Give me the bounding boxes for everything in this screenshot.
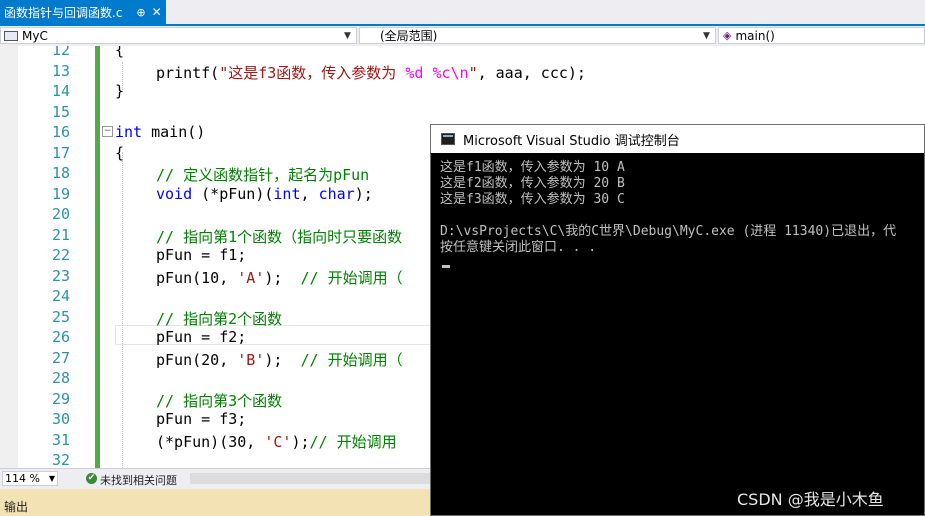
console-title-bar[interactable]: Microsoft Visual Studio 调试控制台	[431, 125, 924, 153]
chevron-down-icon: ▼	[48, 474, 55, 483]
code-line: // 指向第1个函数（指向时只要函数	[156, 228, 403, 246]
code-line: int main()	[115, 123, 206, 141]
method-icon: ◈	[723, 29, 732, 42]
member-label: main()	[735, 28, 775, 43]
code-line: pFun = f3;	[156, 410, 247, 428]
issues-status[interactable]: 未找到相关问题	[100, 472, 177, 488]
line-number: 26	[51, 328, 70, 346]
line-number: 23	[51, 267, 70, 285]
line-number: 24	[51, 287, 70, 305]
code-line: printf("这是f3函数，传入参数为 %d %c\n", aaa, ccc)…	[156, 64, 586, 82]
zoom-level: 114 %	[5, 472, 40, 485]
zoom-dropdown[interactable]: 114 % ▼	[2, 471, 58, 486]
code-line: pFun = f1;	[156, 246, 247, 264]
scope-dropdown[interactable]: (全局范围) ▼	[359, 27, 716, 44]
watermark: CSDN @我是小木鱼	[737, 490, 884, 509]
console-output-line: 这是f3函数，传入参数为 30 C	[440, 192, 625, 207]
member-dropdown[interactable]: ◈ main()	[718, 27, 925, 44]
close-icon[interactable]: ✕	[152, 5, 162, 19]
code-line: {	[115, 46, 125, 59]
line-number: 22	[51, 246, 70, 264]
console-cursor	[442, 265, 450, 268]
line-number: 29	[51, 390, 70, 408]
code-line: void (*pFun)(int, char);	[156, 185, 373, 203]
code-line: (*pFun)(30, 'C');// 开始调用	[156, 433, 397, 451]
line-number: 16	[51, 123, 70, 141]
line-number: 32	[51, 451, 70, 468]
code-line: // 定义函数指针，起名为pFun	[156, 166, 370, 184]
line-number: 17	[51, 144, 70, 162]
change-tracking-bar	[95, 46, 100, 468]
console-icon	[441, 133, 455, 145]
line-number: 31	[51, 431, 70, 449]
output-label: 输出	[4, 500, 29, 514]
console-title: Microsoft Visual Studio 调试控制台	[463, 133, 680, 149]
code-line: pFun = f2;	[156, 328, 247, 346]
line-number: 21	[51, 226, 70, 244]
line-number: 27	[51, 349, 70, 367]
chevron-down-icon: ▼	[703, 30, 710, 41]
document-tab-bar: 函数指针与回调函数.c ⊕ ✕	[0, 0, 925, 26]
code-line: }	[115, 82, 125, 100]
code-line: // 指向第2个函数	[156, 310, 283, 328]
line-number: 18	[51, 164, 70, 182]
editor-gutter	[0, 46, 18, 468]
project-label: MyC	[22, 28, 48, 43]
line-number: 14	[51, 82, 70, 100]
line-number: 19	[51, 185, 70, 203]
line-number: 25	[51, 308, 70, 326]
scope-label: (全局范围)	[380, 29, 438, 43]
line-number: 12	[51, 46, 70, 59]
code-line: {	[115, 144, 125, 162]
horizontal-scrollbar[interactable]	[190, 473, 430, 484]
code-line: // 指向第3个函数	[156, 392, 283, 410]
line-number: 30	[51, 410, 70, 428]
line-number: 28	[51, 369, 70, 387]
document-tab-title: 函数指针与回调函数.c	[4, 5, 123, 20]
code-line: pFun(10, 'A'); // 开始调用（	[156, 269, 403, 287]
check-icon: ✔	[86, 473, 97, 484]
project-icon	[4, 30, 18, 41]
chevron-down-icon: ▼	[344, 30, 351, 41]
navigation-bar: MyC ▼ (全局范围) ▼ ◈ main()	[0, 26, 925, 47]
line-number: 13	[51, 62, 70, 80]
collapse-icon[interactable]: −	[102, 126, 113, 137]
code-line: pFun(20, 'B'); // 开始调用（	[156, 351, 403, 369]
line-number: 15	[51, 103, 70, 121]
document-tab[interactable]: 函数指针与回调函数.c ⊕ ✕	[0, 0, 166, 24]
line-number: 20	[51, 205, 70, 223]
project-dropdown[interactable]: MyC ▼	[0, 27, 357, 44]
debug-console-window[interactable]: Microsoft Visual Studio 调试控制台 这是f1函数，传入参…	[430, 124, 925, 516]
pin-icon[interactable]: ⊕	[136, 6, 145, 19]
console-output-line: 按任意键关闭此窗口. . .	[440, 240, 597, 255]
